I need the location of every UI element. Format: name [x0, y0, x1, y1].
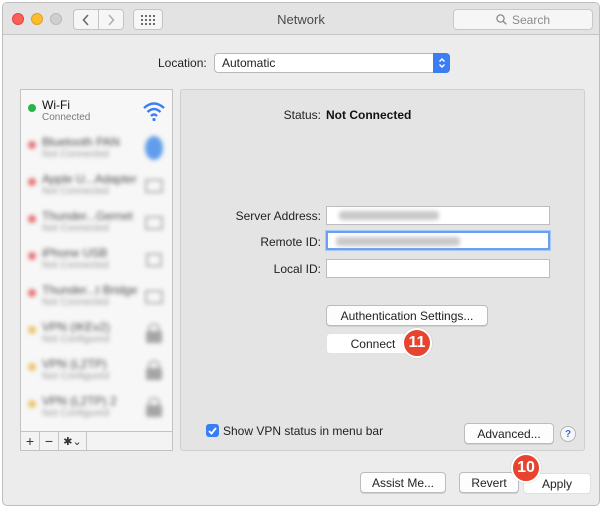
wifi-icon — [143, 102, 165, 122]
service-status: Not Connected — [42, 149, 109, 160]
ethernet-icon — [145, 216, 163, 230]
advanced-button[interactable]: Advanced... — [464, 423, 554, 444]
network-preferences-window: Network Search Location: Automatic Wi-Fi… — [2, 2, 600, 506]
revert-button[interactable]: Revert — [459, 472, 519, 493]
redacted-value — [339, 211, 439, 220]
service-list[interactable]: Wi-Fi Connected Bluetooth PAN Not Connec… — [20, 89, 173, 432]
service-item-usb-adapter[interactable]: Apple U...Adapter Not Connected — [21, 167, 172, 204]
title-bar: Network Search — [3, 3, 599, 35]
bluetooth-icon — [145, 136, 163, 160]
assist-me-button[interactable]: Assist Me... — [360, 472, 446, 493]
updown-arrows-icon — [433, 53, 450, 73]
service-name: iPhone USB — [42, 246, 108, 260]
service-status: Not Connected — [42, 297, 109, 308]
service-name: Apple U...Adapter — [42, 172, 137, 186]
remote-id-field[interactable] — [326, 231, 550, 250]
vpn-lock-icon — [146, 397, 162, 417]
status-dot — [28, 141, 36, 149]
service-status: Not Connected — [42, 260, 109, 271]
service-item-bluetooth[interactable]: Bluetooth PAN Not Connected — [21, 130, 172, 167]
status-dot — [28, 326, 36, 334]
local-id-label: Local ID: — [273, 262, 321, 276]
service-item-thunderbolt-ethernet[interactable]: Thunder...Gernet Not Connected — [21, 204, 172, 241]
service-item-iphone-usb[interactable]: iPhone USB Not Connected — [21, 241, 172, 278]
service-item-wifi[interactable]: Wi-Fi Connected — [21, 93, 172, 130]
service-status: Not Configured — [42, 408, 110, 419]
show-vpn-status-label: Show VPN status in menu bar — [223, 424, 384, 438]
status-dot — [28, 400, 36, 408]
service-name: Wi-Fi — [42, 98, 70, 112]
server-address-label: Server Address: — [235, 209, 321, 223]
status-dot — [28, 252, 36, 260]
status-dot — [28, 215, 36, 223]
service-status: Connected — [42, 112, 91, 123]
status-dot — [28, 289, 36, 297]
authentication-settings-button[interactable]: Authentication Settings... — [326, 305, 488, 326]
location-select[interactable]: Automatic — [214, 53, 450, 73]
service-list-toolbar: + − ✱⌄ — [20, 432, 173, 451]
location-label: Location: — [158, 56, 207, 70]
location-value: Automatic — [222, 56, 276, 70]
redacted-value — [336, 237, 460, 246]
service-name: VPN (L2TP) — [42, 357, 107, 371]
vpn-lock-icon — [146, 323, 162, 343]
vpn-settings-pane: Status: Not Connected Server Address: Re… — [180, 89, 585, 451]
service-name: VPN (IKEv2) — [42, 320, 111, 334]
step-badge-apply: 10 — [511, 453, 541, 483]
checkmark-icon — [208, 426, 217, 435]
service-item-vpn-3[interactable]: VPN (L2TP) 2 Not Configured — [21, 389, 172, 426]
service-name: Thunder...t Bridge — [42, 283, 138, 297]
status-dot — [28, 178, 36, 186]
status-value: Not Connected — [326, 108, 412, 122]
local-id-field[interactable] — [326, 259, 550, 278]
bridge-icon — [145, 290, 163, 304]
status-label: Status: — [283, 108, 321, 122]
service-status: Not Configured — [42, 371, 110, 382]
service-name: Thunder...Gernet — [42, 209, 133, 223]
search-placeholder: Search — [511, 12, 551, 27]
add-service-button[interactable]: + — [21, 432, 40, 450]
service-status: Not Configured — [42, 334, 110, 345]
service-name: VPN (L2TP) 2 — [42, 394, 117, 408]
search-icon — [496, 14, 507, 25]
remove-service-button[interactable]: − — [40, 432, 59, 450]
status-dot — [28, 104, 36, 112]
search-field[interactable]: Search — [453, 9, 593, 30]
phone-icon — [146, 253, 162, 267]
show-vpn-status-checkbox[interactable] — [206, 424, 219, 437]
service-name: Bluetooth PAN — [42, 135, 120, 149]
service-status: Not Connected — [42, 186, 109, 197]
vpn-lock-icon — [146, 360, 162, 380]
service-item-vpn-1[interactable]: VPN (IKEv2) Not Configured — [21, 315, 172, 352]
status-dot — [28, 363, 36, 371]
service-item-thunderbolt-bridge[interactable]: Thunder...t Bridge Not Connected — [21, 278, 172, 315]
service-item-vpn-2[interactable]: VPN (L2TP) Not Configured — [21, 352, 172, 389]
server-address-field[interactable] — [326, 206, 550, 225]
service-status: Not Connected — [42, 223, 109, 234]
gear-menu-button[interactable]: ✱⌄ — [59, 432, 87, 450]
ethernet-icon — [145, 179, 163, 193]
remote-id-label: Remote ID: — [260, 235, 321, 249]
step-badge-connect: 11 — [402, 328, 432, 358]
help-button[interactable]: ? — [560, 426, 576, 442]
